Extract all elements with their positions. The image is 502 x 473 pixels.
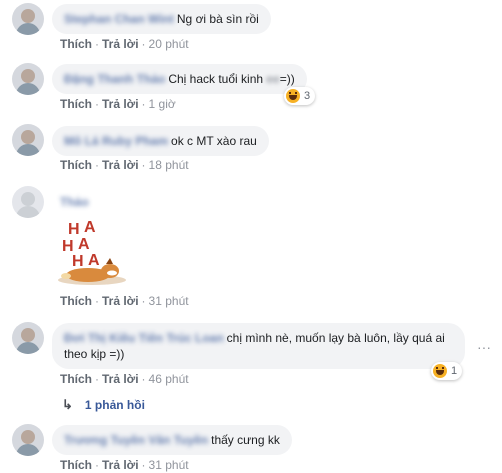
like-button[interactable]: Thích — [60, 37, 92, 51]
comment-time[interactable]: 20 phút — [149, 37, 189, 51]
blurred-text: ee — [266, 72, 280, 86]
like-button[interactable]: Thích — [60, 372, 92, 386]
view-replies-link[interactable]: ↳ 1 phản hồi — [62, 397, 145, 413]
comment-author[interactable]: Thảo — [60, 195, 89, 209]
sticker-text-2: A — [84, 219, 96, 236]
author-line: Thảo — [60, 195, 92, 209]
comment-text: thấy cưng kk — [211, 433, 280, 447]
reaction-summary[interactable]: 3 — [284, 87, 316, 105]
reply-button[interactable]: Trả lời — [102, 97, 139, 111]
avatar[interactable] — [12, 424, 44, 456]
haha-icon — [433, 364, 447, 378]
reply-button[interactable]: Trả lời — [102, 294, 139, 308]
comment-bubble: Mô Lá Ruby Pham ok c MT xào rau — [52, 126, 269, 156]
like-button[interactable]: Thích — [60, 294, 92, 308]
comment-bubble: Đơi Thị Kiều Tiên Trúc Loan chị mình nè, … — [52, 323, 465, 369]
sticker-text-6: A — [88, 252, 100, 269]
like-button[interactable]: Thích — [60, 458, 92, 472]
reply-button[interactable]: Trả lời — [102, 372, 139, 386]
comment-bubble: Trương Tuyền Văn Tuyền thấy cưng kk — [52, 425, 292, 455]
haha-icon — [286, 89, 300, 103]
more-options-icon[interactable]: ··· — [477, 340, 491, 354]
comment-text-end: =)) — [279, 72, 295, 86]
comment-author[interactable]: Đơi Thị Kiều Tiên Trúc Loan — [64, 331, 224, 345]
like-button[interactable]: Thích — [60, 97, 92, 111]
haha-sticker[interactable]: H A H A H A — [52, 218, 132, 288]
reply-button[interactable]: Trả lời — [102, 458, 139, 472]
comment-actions: Thích · Trả lời · 20 phút — [60, 37, 189, 51]
avatar[interactable] — [12, 322, 44, 354]
comment-actions: Thích · Trả lời · 31 phút — [60, 458, 189, 472]
comment-time[interactable]: 18 phút — [149, 158, 189, 172]
reaction-count: 3 — [304, 90, 311, 102]
reply-count-label: 1 phản hồi — [84, 398, 145, 412]
avatar[interactable] — [12, 186, 44, 218]
comment-actions: Thích · Trả lời · 18 phút — [60, 158, 189, 172]
comment-author[interactable]: Mô Lá Ruby Pham — [64, 134, 168, 148]
comment-author[interactable]: Đặng Thanh Thảo — [64, 72, 165, 86]
like-button[interactable]: Thích — [60, 158, 92, 172]
avatar[interactable] — [12, 63, 44, 95]
comment-actions: Thích · Trả lời · 46 phút — [60, 372, 189, 386]
comment-time[interactable]: 46 phút — [149, 372, 189, 386]
reply-button[interactable]: Trả lời — [102, 37, 139, 51]
comment-actions: Thích · Trả lời · 31 phút — [60, 294, 189, 308]
comment-author[interactable]: Stephan Chan Wint — [64, 12, 174, 26]
sticker-text-4: A — [78, 236, 90, 253]
comment-text: Ng ơi bà sìn rồi — [176, 12, 259, 26]
reaction-count: 1 — [451, 365, 458, 377]
comment-actions: Thích · Trả lời · 1 giờ — [60, 97, 176, 111]
comment-author[interactable]: Trương Tuyền Văn Tuyền — [64, 433, 208, 447]
reaction-summary[interactable]: 1 — [431, 362, 463, 380]
comment-bubble: Stephan Chan Wint Ng ơi bà sìn rồi — [52, 4, 271, 34]
comment-time[interactable]: 1 giờ — [149, 97, 176, 111]
avatar[interactable] — [12, 124, 44, 156]
comment-text: ok c MT xào rau — [171, 134, 257, 148]
avatar[interactable] — [12, 3, 44, 35]
sticker-text-5: H — [72, 253, 84, 270]
reply-button[interactable]: Trả lời — [102, 158, 139, 172]
comment-text: Chị hack tuổi kinh — [168, 72, 264, 86]
comment-time[interactable]: 31 phút — [149, 458, 189, 472]
comment-time[interactable]: 31 phút — [149, 294, 189, 308]
comment-bubble: Đặng Thanh Thảo Chị hack tuổi kinh ee=)) — [52, 64, 307, 94]
reply-arrow-icon: ↳ — [62, 397, 73, 412]
